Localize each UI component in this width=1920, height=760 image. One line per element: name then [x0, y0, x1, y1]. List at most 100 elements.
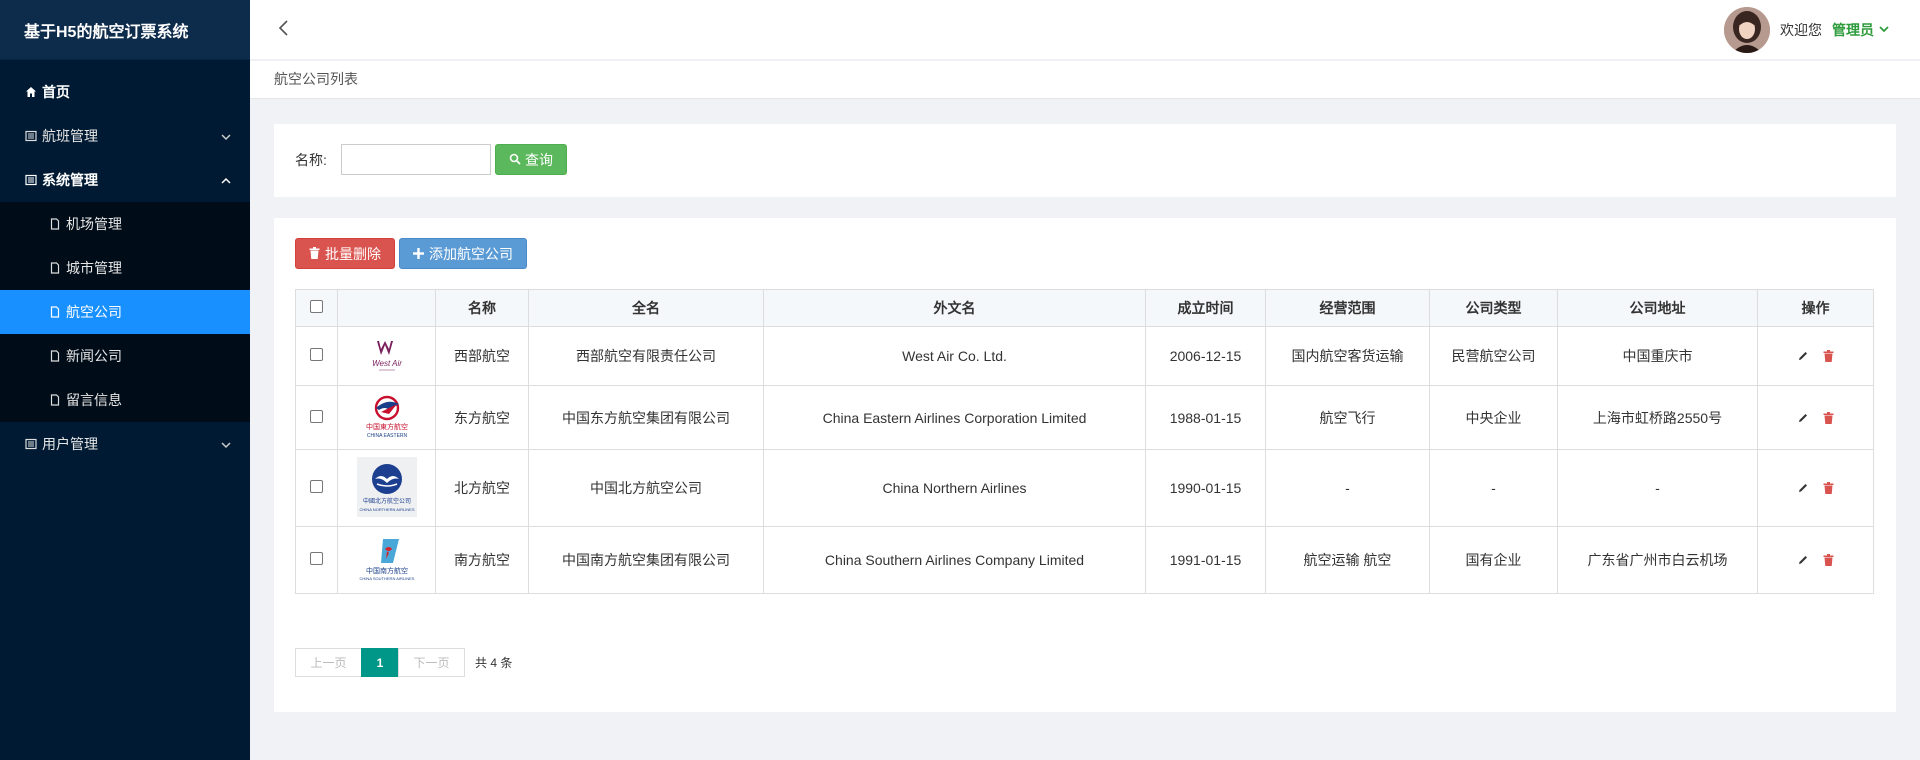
search-button[interactable]: 查询 [495, 144, 567, 175]
logo-subtext: CHINA NORTHERN AIRLINES [359, 507, 414, 512]
sidebar-item-home[interactable]: 首页 [0, 70, 250, 114]
sidebar-item-messages[interactable]: 留言信息 [0, 378, 250, 422]
sidebar-item-label: 航班管理 [42, 128, 98, 144]
app-title: 基于H5的航空订票系统 [0, 0, 250, 60]
delete-icon[interactable] [1823, 411, 1834, 424]
file-icon [48, 305, 62, 319]
full-name-cell: 中国东方航空集团有限公司 [528, 385, 764, 450]
address-cell: - [1557, 449, 1758, 527]
avatar[interactable] [1724, 7, 1770, 53]
select-all-checkbox[interactable] [310, 300, 323, 313]
sidebar-item-label: 用户管理 [42, 436, 98, 452]
sidebar-menu: 首页 航班管理 系统管理 机场管理 城市管理 航空公司 新闻公司 留言信息 用户… [0, 60, 250, 466]
west-air-logo: West Air [364, 334, 409, 375]
logo-text: 中國北方航空公司 [362, 497, 410, 505]
full-name-cell: 中国北方航空公司 [528, 449, 764, 527]
full-name-cell: 西部航空有限责任公司 [528, 326, 764, 386]
header-name: 名称 [435, 289, 529, 327]
edit-icon[interactable] [1797, 412, 1809, 424]
sidebar-item-users[interactable]: 用户管理 [0, 422, 250, 466]
table-header-row: 名称 全名 外文名 成立时间 经营范围 公司类型 公司地址 操作 [295, 289, 1874, 327]
search-button-label: 查询 [525, 151, 553, 168]
sidebar-item-label: 机场管理 [66, 216, 122, 232]
edit-icon[interactable] [1797, 350, 1809, 362]
edit-icon[interactable] [1797, 482, 1809, 494]
china-northern-logo: 中國北方航空公司 CHINA NORTHERN AIRLINES [356, 456, 417, 517]
list-icon [24, 437, 38, 451]
file-icon [48, 349, 62, 363]
back-icon[interactable] [274, 18, 294, 38]
header-type: 公司类型 [1429, 289, 1558, 327]
trash-icon [309, 246, 325, 262]
next-page-button[interactable]: 下一页 [398, 648, 465, 677]
sidebar-item-flights[interactable]: 航班管理 [0, 114, 250, 158]
sidebar-item-label: 城市管理 [66, 260, 122, 276]
table-row: West Air 西部航空 西部航空有限责任公司 West Air Co. Lt… [295, 326, 1874, 386]
select-all-cell [295, 289, 338, 327]
row-select-cell [295, 449, 338, 527]
prev-page-button[interactable]: 上一页 [295, 648, 362, 677]
row-select-cell [295, 526, 338, 594]
breadcrumb-item: 航空公司列表 [274, 71, 358, 87]
name-cell: 西部航空 [435, 326, 529, 386]
founded-cell: 1991-01-15 [1145, 526, 1266, 594]
delete-icon[interactable] [1823, 350, 1834, 362]
pagination: 上一页 1 下一页 共 4 条 [295, 648, 512, 677]
plus-icon [413, 246, 429, 262]
header-actions: 操作 [1757, 289, 1874, 327]
table-row: 中國北方航空公司 CHINA NORTHERN AIRLINES 北方航空 中国… [295, 449, 1874, 527]
user-area: 欢迎您 管理员 [1724, 7, 1890, 53]
logo-subtext: CHINA SOUTHERN AIRLINES [359, 576, 414, 581]
address-cell: 中国重庆市 [1557, 326, 1758, 386]
logo-cell: West Air [337, 326, 436, 386]
type-cell: - [1429, 449, 1558, 527]
edit-icon[interactable] [1797, 554, 1809, 566]
full-name-cell: 中国南方航空集团有限公司 [528, 526, 764, 594]
scope-cell: 航空飞行 [1265, 385, 1430, 450]
actions-cell [1757, 449, 1874, 527]
sidebar-item-airlines[interactable]: 航空公司 [0, 290, 250, 334]
sidebar: 基于H5的航空订票系统 首页 航班管理 系统管理 机场管理 城市管理 航空公司 … [0, 0, 250, 760]
row-select-cell [295, 385, 338, 450]
sidebar-item-system[interactable]: 系统管理 [0, 158, 250, 202]
chevron-down-icon [220, 130, 232, 142]
batch-delete-label: 批量删除 [325, 245, 381, 262]
file-icon [48, 261, 62, 275]
header-foreign-name: 外文名 [763, 289, 1146, 327]
sidebar-item-airports[interactable]: 机场管理 [0, 202, 250, 246]
logo-subtext: CHINA EASTERN [366, 433, 407, 439]
total-count: 共 4 条 [475, 656, 513, 670]
row-checkbox[interactable] [310, 409, 323, 423]
delete-icon[interactable] [1823, 482, 1834, 494]
search-input[interactable] [341, 144, 491, 175]
row-checkbox[interactable] [310, 480, 323, 493]
name-cell: 东方航空 [435, 385, 529, 450]
foreign-name-cell: China Northern Airlines [763, 449, 1146, 527]
foreign-name-cell: West Air Co. Ltd. [763, 326, 1146, 386]
sidebar-item-label: 系统管理 [42, 172, 98, 188]
home-icon [24, 85, 38, 99]
founded-cell: 1990-01-15 [1145, 449, 1266, 527]
sidebar-item-label: 首页 [42, 84, 70, 100]
add-airline-button[interactable]: 添加航空公司 [399, 238, 527, 269]
founded-cell: 2006-12-15 [1145, 326, 1266, 386]
sidebar-item-label: 航空公司 [66, 304, 122, 320]
chevron-down-icon [1874, 22, 1890, 38]
row-checkbox[interactable] [310, 348, 323, 361]
delete-icon[interactable] [1823, 554, 1834, 566]
sidebar-item-news[interactable]: 新闻公司 [0, 334, 250, 378]
system-submenu: 机场管理 城市管理 航空公司 新闻公司 留言信息 [0, 202, 250, 422]
logo-text: 中国南方航空 [366, 566, 408, 575]
batch-delete-button[interactable]: 批量删除 [295, 238, 395, 269]
logo-text: 中国東方航空 [366, 422, 408, 431]
row-checkbox[interactable] [310, 552, 323, 565]
page-number-current[interactable]: 1 [361, 648, 399, 677]
top-header: 欢迎您 管理员 [250, 0, 1920, 60]
user-menu[interactable]: 管理员 [1832, 20, 1890, 40]
user-name: 管理员 [1832, 22, 1874, 38]
founded-cell: 1988-01-15 [1145, 385, 1266, 450]
sidebar-item-cities[interactable]: 城市管理 [0, 246, 250, 290]
actions-cell [1757, 326, 1874, 386]
logo-cell: 中國北方航空公司 CHINA NORTHERN AIRLINES [337, 449, 436, 527]
type-cell: 民营航空公司 [1429, 326, 1558, 386]
